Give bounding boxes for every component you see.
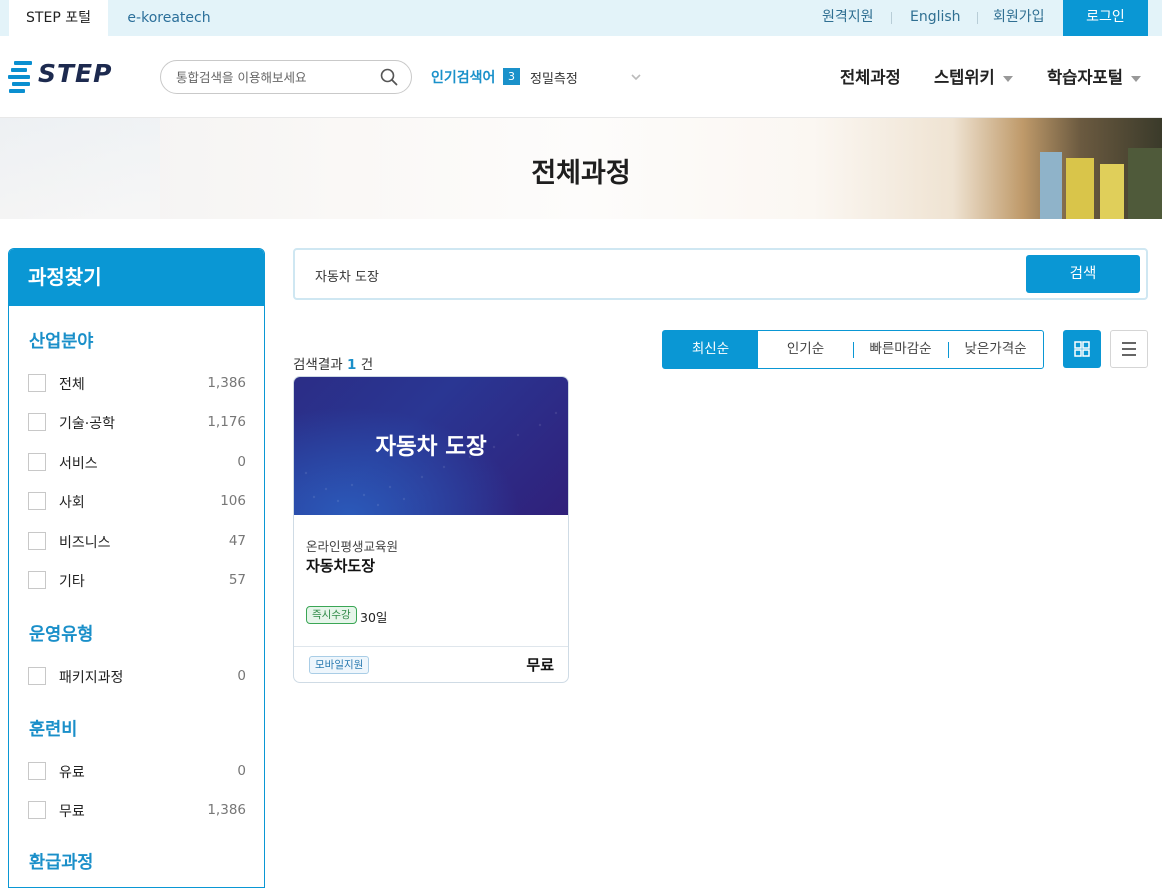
list-icon [1122, 342, 1136, 356]
filter-option-society[interactable]: 사회 106 [28, 491, 246, 511]
result-count: 검색결과 1 건 [293, 353, 373, 373]
english-link[interactable]: English [910, 0, 961, 36]
checkbox[interactable] [28, 374, 46, 392]
filter-option-service[interactable]: 서비스 0 [28, 452, 246, 472]
sort-latest[interactable]: 최신순 [663, 331, 758, 368]
grid-view-button[interactable] [1063, 330, 1101, 368]
grid-icon [1074, 341, 1090, 357]
logo-stripes-icon [8, 61, 34, 93]
step-logo[interactable]: STEP [8, 58, 124, 94]
global-search-input[interactable] [176, 68, 376, 86]
popular-keyword-link[interactable]: 정밀측정 [530, 68, 578, 87]
sort-closing-soon[interactable]: 빠른마감순 [853, 331, 948, 368]
option-count: 47 [228, 533, 246, 549]
site-header: STEP 인기검색어 3 정밀측정 전체과정 스텝위키 학습자포털 [0, 36, 1162, 118]
search-button[interactable]: 검색 [1026, 255, 1140, 293]
filter-option-package[interactable]: 패키지과정 0 [28, 666, 246, 686]
option-count: 0 [237, 763, 246, 779]
checkbox[interactable] [28, 762, 46, 780]
remote-support-link[interactable]: 원격지원 [822, 0, 874, 36]
result-number: 1 [346, 357, 357, 373]
course-price: 무료 [526, 656, 554, 674]
page-title: 전체과정 [531, 158, 631, 189]
thumbnail-title: 자동차 도장 [375, 434, 487, 460]
option-label: 기타 [59, 574, 85, 590]
option-label: 전체 [59, 377, 85, 393]
option-label: 비즈니스 [59, 535, 111, 551]
checkbox[interactable] [28, 413, 46, 431]
filter-option-paid[interactable]: 유료 0 [28, 761, 246, 781]
login-button[interactable]: 로그인 [1063, 0, 1148, 36]
option-count: 57 [228, 572, 246, 588]
checkbox[interactable] [28, 453, 46, 471]
option-count: 1,386 [207, 375, 246, 391]
course-card[interactable]: 자동차 도장 온라인평생교육원 자동차도장 즉시수강 30일 모바일지원 무료 [293, 376, 569, 683]
signup-link[interactable]: 회원가입 [993, 0, 1045, 36]
hero-banner: 전체과정 [0, 118, 1162, 219]
course-thumbnail: 자동차 도장 [294, 377, 568, 515]
global-search-box [160, 60, 412, 94]
list-view-button[interactable] [1110, 330, 1148, 368]
nav-label: 전체과정 [840, 68, 901, 87]
filter-title: 과정찾기 [9, 249, 264, 306]
course-search-box: 검색 [293, 248, 1148, 300]
checkbox[interactable] [28, 492, 46, 510]
option-count: 1,176 [207, 414, 246, 430]
search-icon[interactable] [380, 68, 398, 86]
tab-e-koreatech[interactable]: e-koreatech [108, 0, 230, 36]
sort-lowest-price[interactable]: 낮은가격순 [948, 331, 1043, 368]
checkbox[interactable] [28, 571, 46, 589]
popular-keywords-label: 인기검색어 [431, 70, 496, 86]
filter-group-fee: 훈련비 [29, 720, 78, 740]
tab-step-portal[interactable]: STEP 포털 [9, 0, 108, 36]
course-organization: 온라인평생교육원 [306, 539, 399, 554]
course-duration: 30일 [360, 610, 388, 625]
divider [891, 12, 892, 24]
option-count: 0 [237, 668, 246, 684]
filter-option-other[interactable]: 기타 57 [28, 570, 246, 590]
option-label: 유료 [59, 765, 85, 781]
nav-all-courses[interactable]: 전체과정 [840, 64, 901, 88]
course-filter-panel: 과정찾기 산업분야 전체 1,386 기술·공학 1,176 서비스 0 사회 106 … [8, 248, 265, 888]
nav-step-wiki[interactable]: 스텝위키 [934, 64, 1013, 88]
chevron-down-icon[interactable] [630, 68, 642, 81]
divider [977, 12, 978, 24]
option-count: 1,386 [207, 802, 246, 818]
option-label: 기술·공학 [59, 416, 115, 432]
sort-tabs: 최신순 인기순 빠른마감순 낮은가격순 [662, 330, 1044, 369]
nav-learner-portal[interactable]: 학습자포털 [1047, 64, 1141, 88]
nav-label: 학습자포털 [1047, 68, 1123, 87]
course-title: 자동차도장 [306, 557, 376, 575]
filter-group-refund: 환급과정 [29, 853, 94, 873]
filter-group-operation: 운영유형 [29, 625, 94, 645]
option-count: 0 [237, 454, 246, 470]
filter-option-engineering[interactable]: 기술·공학 1,176 [28, 412, 246, 432]
option-label: 사회 [59, 495, 85, 511]
logo-wordmark: STEP [38, 59, 113, 88]
instant-enroll-badge: 즉시수강 [306, 606, 357, 624]
top-utility-bar: STEP 포털 e-koreatech 원격지원 English 회원가입 로그… [0, 0, 1162, 36]
filter-group-industry: 산업분야 [29, 332, 94, 352]
option-count: 106 [220, 493, 246, 509]
checkbox[interactable] [28, 801, 46, 819]
filter-option-all[interactable]: 전체 1,386 [28, 373, 246, 393]
nav-label: 스텝위키 [934, 68, 995, 87]
caret-down-icon [1130, 75, 1141, 82]
course-search-input[interactable] [315, 265, 915, 285]
checkbox[interactable] [28, 667, 46, 685]
option-label: 서비스 [59, 456, 98, 472]
option-label: 무료 [59, 804, 85, 820]
result-suffix: 건 [360, 357, 374, 373]
sort-popular[interactable]: 인기순 [758, 331, 853, 368]
option-label: 패키지과정 [59, 670, 124, 686]
mobile-support-badge: 모바일지원 [309, 656, 370, 674]
filter-option-business[interactable]: 비즈니스 47 [28, 531, 246, 551]
card-divider [294, 646, 568, 647]
filter-option-free[interactable]: 무료 1,386 [28, 800, 246, 820]
result-prefix: 검색결과 [293, 357, 343, 373]
popular-rank-badge: 3 [503, 68, 520, 85]
checkbox[interactable] [28, 532, 46, 550]
caret-down-icon [1002, 75, 1013, 82]
